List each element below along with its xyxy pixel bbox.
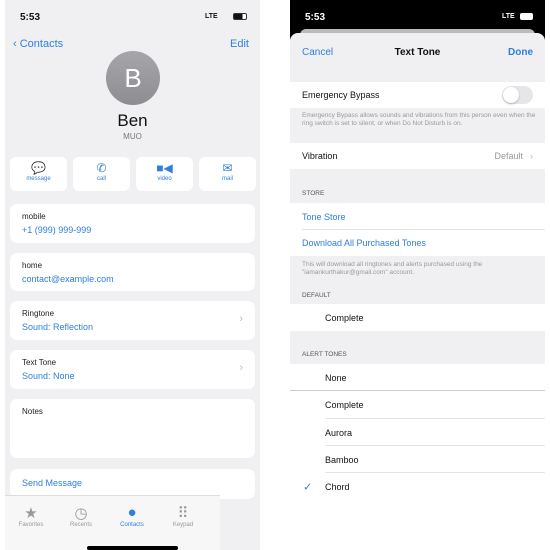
text-tone-row[interactable]: Text Tone Sound: None › bbox=[10, 350, 255, 389]
tab-label: Contacts bbox=[120, 522, 144, 528]
message-icon: 💬 bbox=[31, 161, 46, 175]
ringtone-row[interactable]: Ringtone Sound: Reflection › bbox=[10, 301, 255, 340]
text-tone-screen: 5:53 LTE Cancel Text Tone Done Emergency… bbox=[290, 0, 545, 550]
chevron-left-icon: ‹ bbox=[13, 38, 20, 50]
status-time: 5:53 bbox=[305, 12, 326, 23]
call-button[interactable]: ✆ call bbox=[73, 157, 130, 191]
field-label: Notes bbox=[22, 407, 43, 416]
battery-icon bbox=[233, 13, 247, 20]
status-time: 5:53 bbox=[20, 12, 41, 23]
field-value[interactable]: contact@example.com bbox=[22, 274, 114, 284]
phone-icon: ✆ bbox=[96, 161, 107, 175]
keypad-icon: ⠿ bbox=[177, 505, 189, 522]
tone-row-complete[interactable]: Complete bbox=[290, 391, 545, 419]
emergency-bypass-toggle[interactable] bbox=[502, 86, 533, 104]
home-indicator bbox=[87, 546, 178, 550]
field-value: Sound: None bbox=[22, 371, 75, 381]
field-label: mobile bbox=[22, 212, 46, 221]
row-label: Emergency Bypass bbox=[302, 90, 380, 100]
default-header: DEFAULT bbox=[302, 292, 331, 299]
back-button[interactable]: ‹ Contacts bbox=[13, 38, 63, 50]
clock-icon: ◷ bbox=[74, 505, 88, 522]
person-circle-icon: ● bbox=[127, 504, 137, 521]
tone-row-chord[interactable]: ✓ Chord bbox=[290, 473, 545, 550]
home-email-field[interactable]: home contact@example.com bbox=[10, 253, 255, 291]
action-label: message bbox=[26, 176, 51, 182]
tone-row-aurora[interactable]: Aurora bbox=[290, 419, 545, 446]
download-tones-row[interactable]: Download All Purchased Tones bbox=[290, 230, 545, 256]
mail-button[interactable]: ✉ mail bbox=[199, 157, 256, 191]
star-icon: ★ bbox=[24, 505, 38, 522]
done-button[interactable]: Done bbox=[508, 47, 533, 58]
tab-contacts[interactable]: ● Contacts bbox=[107, 504, 157, 528]
vibration-row[interactable]: Vibration Default › bbox=[290, 143, 545, 169]
tab-label: Recents bbox=[69, 522, 92, 528]
tone-row-none[interactable]: None bbox=[290, 364, 545, 391]
tone-label: Aurora bbox=[325, 427, 353, 438]
mail-icon: ✉ bbox=[222, 161, 233, 175]
tab-label: Keypad bbox=[172, 522, 194, 528]
checkmark-icon: ✓ bbox=[303, 481, 313, 494]
tone-label: Bamboo bbox=[325, 454, 359, 465]
chevron-right-icon: › bbox=[530, 151, 533, 161]
video-button[interactable]: ■◀ video bbox=[136, 157, 193, 191]
tab-keypad[interactable]: ⠿ Keypad bbox=[158, 504, 208, 528]
tab-bar: ★ Favorites ◷ Recents ● Contacts ⠿ Keypad bbox=[5, 495, 220, 550]
edit-button[interactable]: Edit bbox=[230, 38, 249, 50]
back-label: Contacts bbox=[19, 38, 64, 50]
tone-row-bamboo[interactable]: Bamboo bbox=[290, 446, 545, 473]
tab-label: Favorites bbox=[18, 522, 44, 528]
row-label: Vibration bbox=[302, 151, 338, 161]
contact-screen: 5:53 LTE ‹ Contacts Edit B Ben MUO 💬 mess… bbox=[5, 0, 260, 550]
alert-tones-header: ALERT TONES bbox=[302, 351, 347, 358]
send-message-link[interactable]: Send Message bbox=[22, 478, 82, 488]
field-label: Text Tone bbox=[22, 358, 57, 367]
emergency-bypass-row: Emergency Bypass bbox=[290, 82, 545, 108]
message-button[interactable]: 💬 message bbox=[10, 157, 67, 191]
field-value[interactable]: +1 (999) 999-999 bbox=[22, 225, 91, 235]
chevron-right-icon: › bbox=[239, 313, 243, 325]
tab-recents[interactable]: ◷ Recents bbox=[56, 504, 106, 528]
cancel-button[interactable]: Cancel bbox=[302, 47, 333, 58]
notes-field[interactable]: Notes bbox=[10, 399, 255, 458]
video-icon: ■◀ bbox=[156, 161, 173, 175]
tone-label: Complete bbox=[325, 400, 364, 410]
tone-store-row[interactable]: Tone Store bbox=[290, 203, 545, 230]
vibration-value: Default bbox=[494, 151, 523, 161]
download-tones-link[interactable]: Download All Purchased Tones bbox=[302, 238, 426, 248]
tone-label: Complete bbox=[325, 312, 364, 323]
avatar: B bbox=[106, 51, 160, 105]
tone-store-link[interactable]: Tone Store bbox=[302, 212, 346, 222]
default-tone-row[interactable]: Complete bbox=[290, 304, 545, 331]
tab-favorites[interactable]: ★ Favorites bbox=[6, 504, 56, 528]
sheet: Cancel Text Tone Done Emergency Bypass E… bbox=[290, 33, 545, 550]
field-label: Ringtone bbox=[22, 309, 55, 318]
action-label: video bbox=[157, 176, 172, 182]
store-header: STORE bbox=[302, 190, 325, 197]
tone-label: Chord bbox=[325, 482, 350, 492]
battery-icon bbox=[520, 13, 533, 20]
field-value: Sound: Reflection bbox=[22, 322, 94, 332]
tone-label: None bbox=[325, 372, 347, 383]
action-label: mail bbox=[221, 176, 233, 182]
action-label: call bbox=[96, 176, 106, 182]
chevron-right-icon: › bbox=[239, 362, 243, 374]
field-label: home bbox=[22, 261, 43, 270]
emergency-note: Emergency Bypass allows sounds and vibra… bbox=[302, 112, 536, 127]
mobile-field[interactable]: mobile +1 (999) 999-999 bbox=[10, 204, 255, 243]
store-note: This will download all ringtones and ale… bbox=[302, 261, 483, 276]
status-network: LTE bbox=[205, 13, 218, 20]
status-network: LTE bbox=[502, 13, 515, 20]
contact-company: MUO bbox=[123, 132, 142, 141]
contact-name: Ben bbox=[117, 111, 148, 130]
